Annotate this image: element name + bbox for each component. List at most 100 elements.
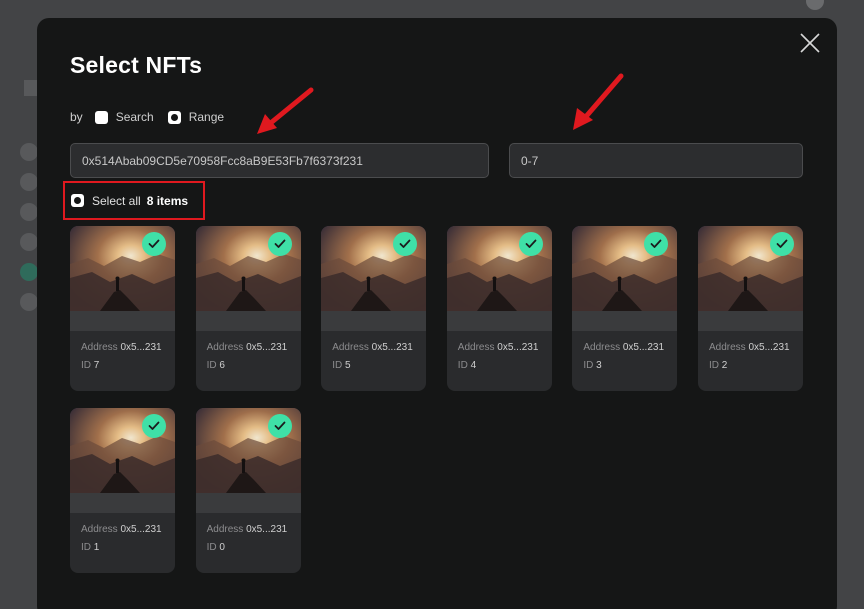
nft-id-value: 7 — [93, 360, 100, 371]
select-all-radio[interactable] — [71, 194, 84, 207]
nft-id-label: ID — [332, 360, 343, 371]
nft-id-value: 5 — [344, 360, 351, 371]
nft-address: Address 0x5...231 — [709, 342, 790, 353]
nft-id: ID 1 — [81, 542, 99, 553]
nft-card[interactable]: Address 0x5...231 ID 7 — [70, 226, 175, 391]
nft-id-label: ID — [81, 542, 91, 553]
nft-card[interactable]: Address 0x5...231 ID 4 — [446, 226, 552, 391]
checkmark-icon — [650, 239, 662, 248]
search-option-label: Search — [115, 110, 154, 124]
nft-card-divider — [572, 311, 678, 331]
nft-address-value: 0x5...231 — [497, 342, 539, 353]
nft-address: Address 0x5...231 — [207, 524, 288, 535]
nft-card-divider — [195, 311, 301, 331]
nft-id-label: ID — [709, 360, 719, 371]
selected-check[interactable] — [770, 232, 794, 256]
nft-card[interactable]: Address 0x5...231 ID 0 — [195, 408, 301, 573]
nft-id-label: ID — [206, 360, 217, 371]
nft-address-value: 0x5...231 — [371, 342, 413, 353]
nft-card[interactable]: Address 0x5...231 ID 2 — [698, 226, 803, 391]
nft-address: Address 0x5...231 — [207, 342, 288, 353]
range-input-value: 0-7 — [521, 153, 539, 168]
nft-address-label: Address — [709, 342, 746, 353]
close-icon — [800, 33, 820, 53]
select-all-toggle[interactable]: Select all 8 items — [63, 181, 205, 220]
nft-address-label: Address — [457, 342, 495, 353]
address-input[interactable]: 0x514Abab09CD5e70958Fcc8aB9E53Fb7f6373f2… — [70, 143, 489, 178]
nft-id-label: ID — [457, 360, 468, 371]
nft-card[interactable]: Address 0x5...231 ID 5 — [321, 226, 427, 391]
nft-id-label: ID — [81, 360, 91, 371]
nft-id: ID 6 — [207, 360, 225, 371]
nft-card-divider — [698, 311, 803, 331]
nft-address-value: 0x5...231 — [622, 342, 665, 353]
nft-id-label: ID — [583, 360, 594, 371]
modal-title: Select NFTs — [70, 52, 203, 78]
by-label: by — [70, 110, 83, 124]
checkmark-icon — [274, 239, 285, 248]
range-radio[interactable] — [167, 110, 181, 124]
nft-address-label: Address — [332, 342, 369, 353]
background-heading — [24, 80, 38, 96]
nft-card-divider — [195, 493, 301, 513]
selected-check[interactable] — [393, 232, 418, 256]
nft-id: ID 4 — [458, 360, 476, 371]
checkmark-icon — [148, 421, 160, 430]
nft-id: ID 2 — [709, 360, 727, 371]
selected-check[interactable] — [142, 414, 166, 438]
nft-id: ID 3 — [583, 360, 601, 371]
nft-card[interactable]: Address 0x5...231 ID 6 — [195, 226, 301, 391]
nft-address-label: Address — [81, 524, 118, 535]
nft-id-label: ID — [206, 542, 217, 553]
range-input[interactable]: 0-7 — [509, 143, 803, 178]
selected-check[interactable] — [142, 232, 166, 256]
selected-check[interactable] — [267, 232, 292, 256]
nft-grid: Address 0x5...231 ID 7 Address 0x5...231… — [70, 226, 810, 586]
select-nfts-modal: Select NFTs by Search Range 0x514Abab09C… — [37, 18, 837, 609]
nft-card-divider — [70, 493, 175, 513]
checkmark-icon — [274, 421, 285, 430]
background-avatar — [806, 0, 824, 10]
nft-id-value: 2 — [721, 360, 728, 371]
nft-address-label: Address — [583, 342, 621, 353]
nft-address: Address 0x5...231 — [583, 342, 664, 353]
background-nav-dot-active — [20, 263, 38, 281]
nft-card[interactable]: Address 0x5...231 ID 1 — [70, 408, 175, 573]
range-option-label: Range — [188, 110, 225, 124]
nft-address: Address 0x5...231 — [81, 342, 162, 353]
nft-id-value: 4 — [470, 360, 477, 371]
selected-check[interactable] — [518, 232, 543, 256]
nft-id: ID 0 — [207, 542, 225, 553]
background-nav-dot — [20, 173, 38, 191]
nft-id-value: 3 — [596, 360, 602, 371]
nft-card-divider — [321, 311, 427, 331]
nft-card[interactable]: Address 0x5...231 ID 3 — [572, 226, 678, 391]
selected-check[interactable] — [267, 414, 292, 438]
selected-count: 8 items — [146, 193, 189, 208]
search-checkbox[interactable] — [94, 110, 108, 124]
range-option[interactable]: Range — [167, 110, 225, 124]
nft-id-value: 1 — [93, 542, 100, 553]
close-button[interactable] — [799, 32, 821, 54]
nft-address-label: Address — [206, 524, 244, 535]
nft-id: ID 7 — [81, 360, 99, 371]
nft-address-value: 0x5...231 — [120, 342, 162, 353]
nft-id-value: 6 — [219, 360, 225, 371]
nft-id: ID 5 — [332, 360, 350, 371]
background-nav-dot — [20, 293, 38, 311]
nft-card-divider — [70, 311, 175, 331]
nft-address: Address 0x5...231 — [81, 524, 162, 535]
nft-address-value: 0x5...231 — [246, 342, 288, 353]
nft-address-value: 0x5...231 — [120, 524, 162, 535]
nft-address-label: Address — [206, 342, 244, 353]
nft-id-value: 0 — [219, 542, 225, 553]
nft-address-value: 0x5...231 — [748, 342, 790, 353]
nft-card-divider — [446, 311, 552, 331]
checkmark-icon — [148, 239, 160, 248]
search-option[interactable]: Search — [94, 110, 154, 124]
background-nav-dot — [20, 143, 38, 161]
nft-address: Address 0x5...231 — [332, 342, 413, 353]
select-all-label: Select all — [92, 193, 141, 208]
checkmark-icon — [399, 239, 411, 248]
checkmark-icon — [525, 239, 537, 248]
